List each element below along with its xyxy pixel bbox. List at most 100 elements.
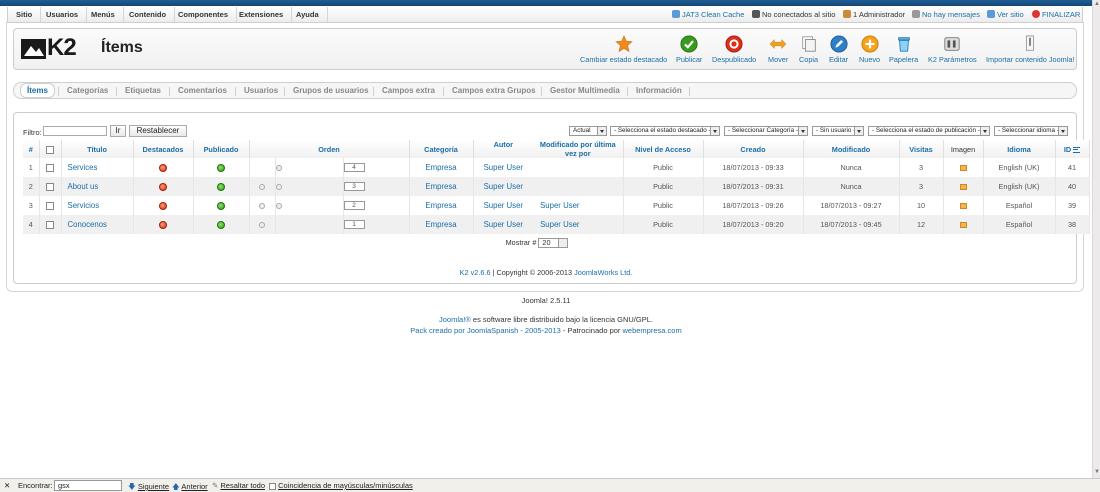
tab-extra-fields[interactable]: Campos extra bbox=[382, 83, 435, 99]
order-up-icon[interactable] bbox=[259, 184, 265, 191]
order-input[interactable]: 3 bbox=[343, 182, 365, 192]
view-site-link[interactable]: Ver sitio bbox=[987, 7, 1024, 22]
k2-version-link[interactable]: K2 v2.6.6 bbox=[460, 268, 491, 277]
filter-go-button[interactable]: Ir bbox=[110, 125, 126, 137]
scroll-down-icon[interactable]: ▼ bbox=[1093, 468, 1100, 476]
trash-button[interactable]: Papelera bbox=[889, 35, 918, 64]
col-id[interactable]: ID bbox=[1055, 140, 1090, 158]
image-icon[interactable] bbox=[959, 184, 967, 191]
col-modified[interactable]: Modificado bbox=[803, 140, 900, 158]
author-link[interactable]: Super User bbox=[474, 182, 534, 191]
tab-items[interactable]: Ítems bbox=[20, 83, 55, 98]
state-select[interactable]: Actual bbox=[569, 126, 607, 136]
featured-toggle-icon[interactable] bbox=[159, 183, 167, 192]
find-next-button[interactable]: 🡇 Siguiente bbox=[128, 481, 169, 492]
item-title-link[interactable]: Conocenos bbox=[68, 220, 107, 229]
col-access[interactable]: Nivel de Acceso bbox=[623, 140, 704, 158]
language-select[interactable]: - Seleccionar idioma - bbox=[994, 126, 1068, 136]
unpublish-button[interactable]: Despublicado bbox=[712, 35, 756, 64]
col-modified-by[interactable]: Modificado por última vez por bbox=[533, 140, 622, 158]
joomla-link[interactable]: Joomla!® bbox=[439, 315, 471, 324]
copy-button[interactable]: Copia bbox=[799, 35, 818, 64]
logout-link[interactable]: FINALIZAR bbox=[1032, 7, 1080, 22]
order-input[interactable]: 2 bbox=[343, 201, 365, 211]
order-down-icon[interactable] bbox=[275, 165, 282, 172]
tab-extra-field-groups[interactable]: Campos extra Grupos bbox=[452, 83, 536, 99]
featured-select[interactable]: - Selecciona el estado destacado - bbox=[610, 126, 720, 136]
image-icon[interactable] bbox=[959, 203, 967, 210]
menu-contenido[interactable]: Contenido bbox=[121, 7, 176, 22]
order-up-icon[interactable] bbox=[259, 222, 265, 229]
modified-by-link[interactable]: Super User bbox=[533, 220, 622, 229]
row-checkbox[interactable] bbox=[46, 202, 54, 211]
tab-comments[interactable]: Comentarios bbox=[178, 83, 227, 99]
row-checkbox[interactable] bbox=[46, 221, 54, 230]
find-input[interactable]: gsx bbox=[54, 480, 122, 491]
tab-information[interactable]: Información bbox=[636, 83, 682, 99]
tab-tags[interactable]: Etiquetas bbox=[125, 83, 161, 99]
order-input[interactable]: 1 bbox=[343, 220, 365, 230]
webempresa-link[interactable]: webempresa.com bbox=[623, 326, 682, 335]
image-icon[interactable] bbox=[959, 165, 967, 172]
find-previous-button[interactable]: 🡅 Anterior bbox=[172, 481, 208, 492]
item-title-link[interactable]: Services bbox=[68, 163, 98, 172]
author-link[interactable]: Super User bbox=[474, 163, 534, 172]
joomlaspanish-link[interactable]: Pack creado por JoomlaSpanish - 2005-201… bbox=[410, 326, 561, 335]
scroll-up-icon[interactable]: ▲ bbox=[1093, 0, 1100, 8]
filter-input[interactable] bbox=[43, 126, 107, 136]
tab-media-manager[interactable]: Gestor Multimedia bbox=[550, 83, 620, 99]
jat3-cache-link[interactable]: JAT3 Clean Cache bbox=[672, 7, 744, 22]
joomlaworks-link[interactable]: JoomlaWorks Ltd. bbox=[574, 268, 632, 277]
menu-componentes[interactable]: Componentes bbox=[170, 7, 238, 22]
menu-menus[interactable]: Menús bbox=[83, 7, 124, 22]
user-select[interactable]: - Sin usuario - bbox=[812, 126, 864, 136]
item-title-link[interactable]: About us bbox=[68, 182, 99, 191]
item-title-link[interactable]: Servicios bbox=[68, 201, 100, 210]
menu-extensiones[interactable]: Extensiones bbox=[231, 7, 293, 22]
toggle-featured-button[interactable]: Cambiar estado destacado bbox=[580, 35, 667, 64]
match-case-checkbox[interactable]: Coincidencia de mayúsculas/minúsculas bbox=[269, 481, 413, 490]
publish-button[interactable]: Publicar bbox=[676, 35, 702, 64]
tab-users[interactable]: Usuarios bbox=[244, 83, 278, 99]
tab-user-groups[interactable]: Grupos de usuarios bbox=[293, 83, 369, 99]
published-toggle-icon[interactable] bbox=[217, 202, 225, 211]
menu-usuarios[interactable]: Usuarios bbox=[38, 7, 88, 22]
category-link[interactable]: Empresa bbox=[425, 163, 456, 172]
published-toggle-icon[interactable] bbox=[217, 164, 225, 173]
col-published[interactable]: Publicado bbox=[193, 140, 250, 158]
category-select[interactable]: - Seleccionar Categoría - bbox=[724, 126, 808, 136]
new-button[interactable]: Nuevo bbox=[859, 35, 880, 64]
import-joomla-button[interactable]: Importar contenido Joomla! bbox=[986, 35, 1074, 64]
order-down-icon[interactable] bbox=[275, 203, 282, 210]
filter-reset-button[interactable]: Restablecer bbox=[129, 125, 187, 137]
featured-toggle-icon[interactable] bbox=[159, 202, 167, 211]
author-link[interactable]: Super User bbox=[474, 201, 534, 210]
close-icon[interactable]: ✕ bbox=[4, 481, 10, 490]
published-toggle-icon[interactable] bbox=[217, 183, 225, 192]
select-all-checkbox[interactable] bbox=[46, 145, 54, 154]
image-icon[interactable] bbox=[959, 222, 967, 229]
col-order[interactable]: Orden bbox=[249, 140, 410, 158]
tab-categories[interactable]: Categorías bbox=[67, 83, 108, 99]
edit-button[interactable]: Editar bbox=[829, 35, 848, 64]
highlight-all-button[interactable]: ✎ Resaltar todo bbox=[212, 481, 265, 490]
modified-by-link[interactable]: Super User bbox=[533, 201, 622, 210]
order-down-icon[interactable] bbox=[275, 184, 282, 191]
order-up-icon[interactable] bbox=[259, 203, 265, 210]
col-category[interactable]: Categoría bbox=[409, 140, 474, 158]
col-language[interactable]: Idioma bbox=[983, 140, 1056, 158]
k2-params-button[interactable]: K2 Parámetros bbox=[928, 35, 977, 64]
col-created[interactable]: Creado bbox=[703, 140, 804, 158]
row-checkbox[interactable] bbox=[46, 183, 54, 192]
move-button[interactable]: Mover bbox=[768, 35, 788, 64]
category-link[interactable]: Empresa bbox=[425, 182, 456, 191]
featured-toggle-icon[interactable] bbox=[159, 221, 167, 230]
col-title[interactable]: Título bbox=[61, 140, 134, 158]
category-link[interactable]: Empresa bbox=[425, 220, 456, 229]
menu-ayuda[interactable]: Ayuda bbox=[288, 7, 328, 22]
publish-state-select[interactable]: - Selecciona el estado de publicación - bbox=[868, 126, 990, 136]
messages-link[interactable]: No hay mensajes bbox=[912, 7, 980, 22]
order-input[interactable]: 4 bbox=[343, 163, 365, 173]
row-checkbox[interactable] bbox=[46, 164, 54, 173]
col-featured[interactable]: Destacados bbox=[133, 140, 194, 158]
